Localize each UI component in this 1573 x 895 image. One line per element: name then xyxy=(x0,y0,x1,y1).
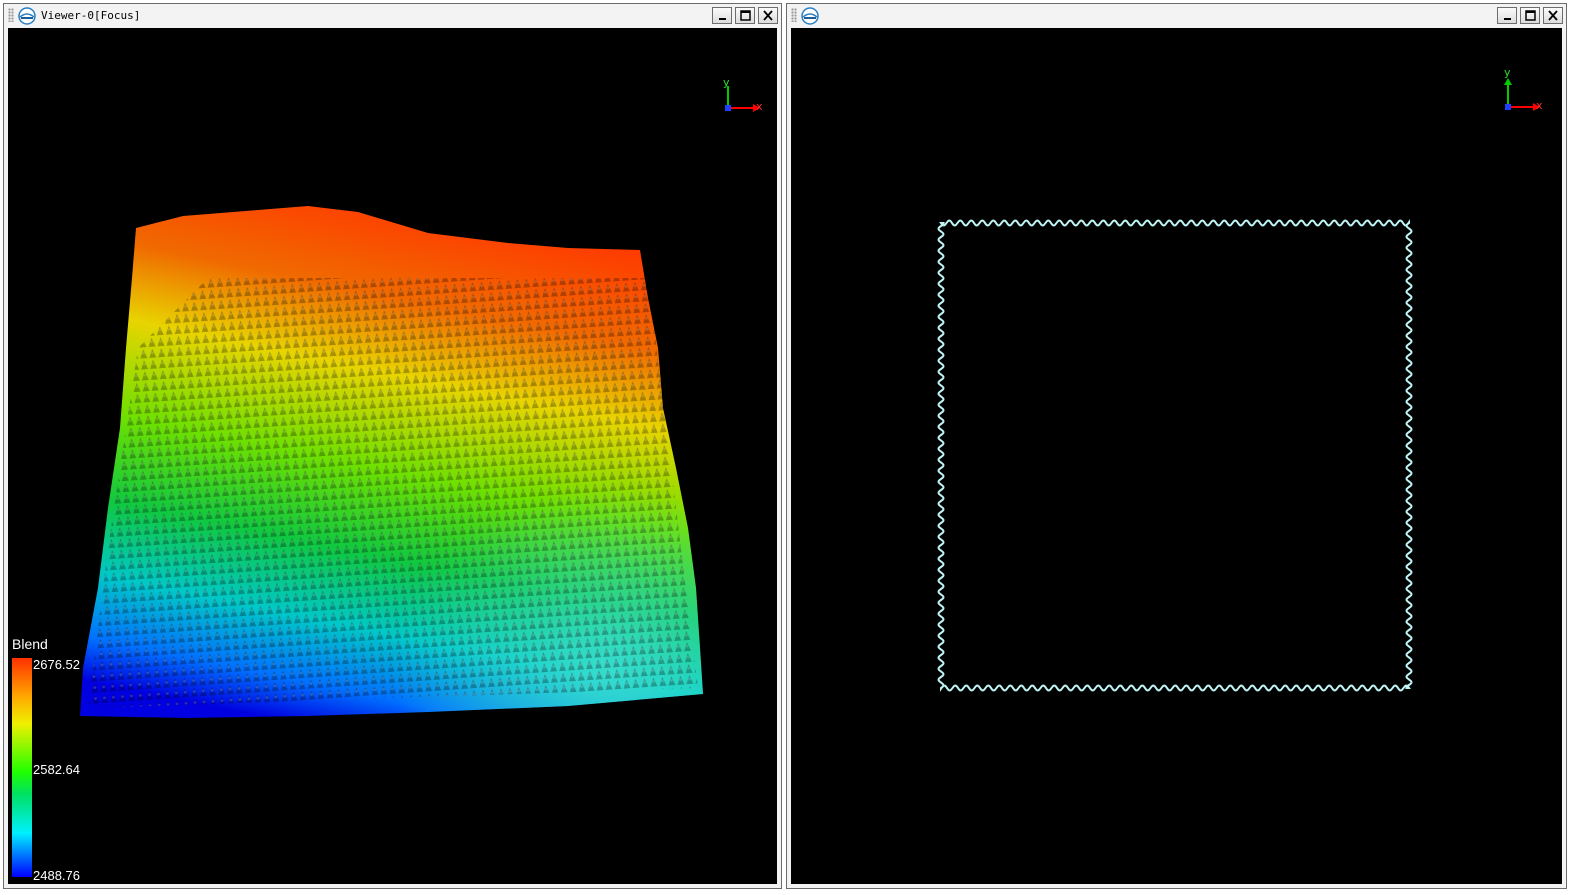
point-cloud-viewport[interactable]: x y Blend 2676.52 2582.64 2488.76 xyxy=(8,28,777,884)
drag-grip-icon[interactable] xyxy=(8,8,14,22)
close-button[interactable] xyxy=(1543,7,1563,24)
minimize-icon xyxy=(719,18,726,20)
app-logo-icon xyxy=(801,7,819,25)
viewer-titlebar[interactable] xyxy=(787,4,1566,28)
boundary-canvas[interactable]: x y xyxy=(791,28,1562,884)
minimize-button[interactable] xyxy=(712,7,732,24)
axis-x-label: x xyxy=(756,100,763,113)
axis-y-label: y xyxy=(1504,66,1511,79)
minimize-icon xyxy=(1504,18,1511,20)
boundary-viewport[interactable]: x y xyxy=(791,28,1562,884)
legend-title: Blend xyxy=(12,636,48,652)
maximize-icon xyxy=(1525,10,1536,21)
close-button[interactable] xyxy=(758,7,778,24)
maximize-icon xyxy=(740,10,751,21)
legend-color-bar xyxy=(12,658,32,877)
axis-indicator: x y xyxy=(723,76,763,113)
viewer-window-right: x y xyxy=(786,3,1567,889)
drag-grip-icon[interactable] xyxy=(791,8,797,22)
minimize-button[interactable] xyxy=(1497,7,1517,24)
app-logo-icon xyxy=(18,7,36,25)
maximize-button[interactable] xyxy=(735,7,755,24)
legend-max-value: 2676.52 xyxy=(33,657,80,672)
close-icon xyxy=(763,10,773,21)
point-cloud-canvas[interactable]: x y xyxy=(8,28,777,884)
close-icon xyxy=(1548,10,1558,21)
axis-y-label: y xyxy=(723,76,730,89)
viewer-title: Viewer-0[Focus] xyxy=(41,9,141,22)
axis-indicator: x y xyxy=(1504,66,1543,112)
maximize-button[interactable] xyxy=(1520,7,1540,24)
axis-x-label: x xyxy=(1536,99,1543,112)
viewer-titlebar[interactable]: Viewer-0[Focus] xyxy=(4,4,781,28)
tree-canopy-texture xyxy=(88,278,698,708)
boundary-outline xyxy=(937,219,1413,692)
legend-min-value: 2488.76 xyxy=(33,868,80,883)
legend-mid-value: 2582.64 xyxy=(33,762,80,777)
viewer-window-left: Viewer-0[Focus] x y Blend 2676.52 2582.6… xyxy=(3,3,782,889)
